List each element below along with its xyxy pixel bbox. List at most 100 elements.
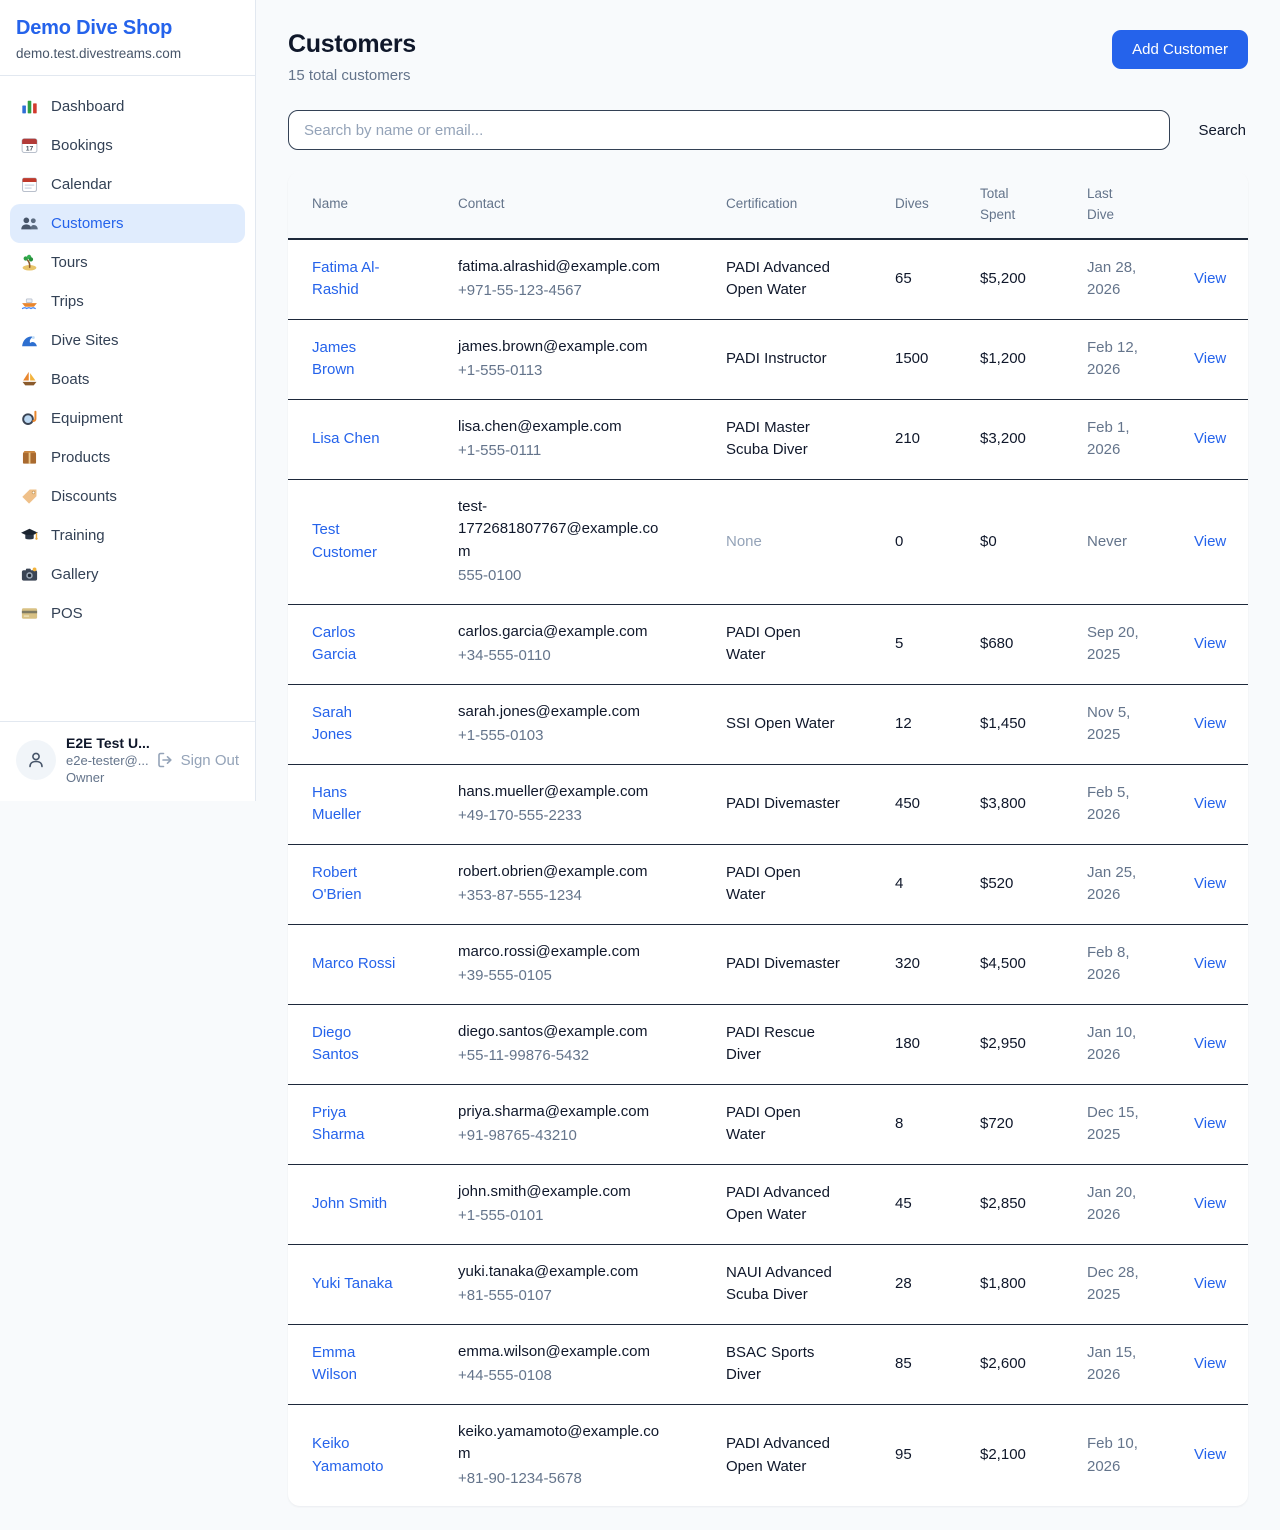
shop-domain: demo.test.divestreams.com	[16, 46, 239, 61]
customer-name-link[interactable]: John Smith	[312, 1193, 396, 1216]
sidebar-item-label: Gallery	[51, 566, 99, 583]
customer-dives: 4	[895, 873, 972, 896]
customer-phone: +971-55-123-4567	[458, 280, 718, 303]
customer-name-link[interactable]: Keiko Yamamoto	[312, 1433, 396, 1478]
customer-email: fatima.alrashid@example.com	[458, 256, 670, 279]
customer-email: yuki.tanaka@example.com	[458, 1261, 670, 1284]
customer-email: test-1772681807767@example.com	[458, 496, 670, 564]
customer-certification: PADI Divemaster	[726, 953, 841, 976]
discounts-icon	[20, 487, 39, 506]
sidebar-item-equipment[interactable]: Equipment	[10, 399, 245, 438]
sign-out-icon	[156, 751, 174, 769]
customer-email: robert.obrien@example.com	[458, 861, 670, 884]
customer-total-spent: $2,100	[980, 1444, 1079, 1467]
customer-phone: 555-0100	[458, 565, 718, 588]
page-title: Customers	[288, 30, 416, 59]
customer-name-link[interactable]: Yuki Tanaka	[312, 1273, 396, 1296]
dive-sites-icon	[20, 331, 39, 350]
customers-table: NameContactCertificationDivesTotal Spent…	[288, 172, 1248, 1506]
customer-name-link[interactable]: Hans Mueller	[312, 782, 396, 827]
table-row: Robert O'Brien robert.obrien@example.com…	[288, 844, 1248, 924]
view-customer-link[interactable]: View	[1194, 713, 1224, 736]
customer-name-link[interactable]: Emma Wilson	[312, 1342, 396, 1387]
sidebar-item-tours[interactable]: Tours	[10, 243, 245, 282]
view-customer-link[interactable]: View	[1194, 1113, 1224, 1136]
customer-name-link[interactable]: Lisa Chen	[312, 428, 396, 451]
view-customer-link[interactable]: View	[1194, 348, 1224, 371]
sidebar-item-label: POS	[51, 605, 83, 622]
sidebar-item-bookings[interactable]: 17Bookings	[10, 126, 245, 165]
sidebar-item-dashboard[interactable]: Dashboard	[10, 87, 245, 126]
sidebar-item-pos[interactable]: POS	[10, 594, 245, 633]
view-customer-link[interactable]: View	[1194, 953, 1224, 976]
calendar-icon	[20, 175, 39, 194]
person-icon	[26, 750, 46, 770]
view-customer-link[interactable]: View	[1194, 1033, 1224, 1056]
search-input[interactable]	[288, 110, 1170, 150]
customer-dives: 12	[895, 713, 972, 736]
view-customer-link[interactable]: View	[1194, 428, 1224, 451]
customer-certification: None	[726, 531, 841, 554]
svg-text:17: 17	[26, 145, 34, 152]
sidebar-item-label: Discounts	[51, 488, 117, 505]
add-customer-button[interactable]: Add Customer	[1112, 30, 1248, 69]
customer-name-link[interactable]: Diego Santos	[312, 1022, 396, 1067]
sidebar-item-dive-sites[interactable]: Dive Sites	[10, 321, 245, 360]
customer-dives: 8	[895, 1113, 972, 1136]
customer-email: emma.wilson@example.com	[458, 1341, 670, 1364]
customer-name-link[interactable]: Test Customer	[312, 519, 396, 564]
sidebar-item-customers[interactable]: Customers	[10, 204, 245, 243]
sign-out-button[interactable]: Sign Out	[156, 751, 239, 769]
customer-last-dive: Sep 20, 2025	[1087, 622, 1145, 667]
sidebar-item-label: Dive Sites	[51, 332, 119, 349]
view-customer-link[interactable]: View	[1194, 1353, 1224, 1376]
customer-name-link[interactable]: Robert O'Brien	[312, 862, 396, 907]
column-header-last-dive: Last Dive	[1087, 172, 1194, 239]
view-customer-link[interactable]: View	[1194, 1444, 1224, 1467]
table-row: Sarah Jones sarah.jones@example.com +1-5…	[288, 684, 1248, 764]
view-customer-link[interactable]: View	[1194, 873, 1224, 896]
table-row: Hans Mueller hans.mueller@example.com +4…	[288, 764, 1248, 844]
view-customer-link[interactable]: View	[1194, 268, 1224, 291]
customer-name-link[interactable]: Fatima Al-Rashid	[312, 257, 396, 302]
customer-last-dive: Feb 8, 2026	[1087, 942, 1145, 987]
column-header-dives: Dives	[895, 172, 980, 239]
customer-phone: +91-98765-43210	[458, 1125, 718, 1148]
view-customer-link[interactable]: View	[1194, 793, 1224, 816]
table-row: Diego Santos diego.santos@example.com +5…	[288, 1004, 1248, 1084]
sidebar-item-label: Customers	[51, 215, 124, 232]
sidebar-item-products[interactable]: Products	[10, 438, 245, 477]
customer-total-spent: $3,800	[980, 793, 1079, 816]
table-row: Lisa Chen lisa.chen@example.com +1-555-0…	[288, 399, 1248, 479]
customer-name-link[interactable]: Marco Rossi	[312, 953, 396, 976]
sidebar-item-discounts[interactable]: Discounts	[10, 477, 245, 516]
user-meta: E2E Test U... e2e-tester@... Owner	[66, 735, 146, 785]
table-row: Marco Rossi marco.rossi@example.com +39-…	[288, 924, 1248, 1004]
customer-name-link[interactable]: Priya Sharma	[312, 1102, 396, 1147]
sidebar-item-gallery[interactable]: Gallery	[10, 555, 245, 594]
sidebar-item-boats[interactable]: Boats	[10, 360, 245, 399]
customer-name-link[interactable]: Sarah Jones	[312, 702, 396, 747]
customer-total-spent: $3,200	[980, 428, 1079, 451]
view-customer-link[interactable]: View	[1194, 1193, 1224, 1216]
view-customer-link[interactable]: View	[1194, 633, 1224, 656]
customer-certification: PADI Open Water	[726, 622, 841, 667]
sidebar-item-label: Training	[51, 527, 105, 544]
customer-email: hans.mueller@example.com	[458, 781, 670, 804]
view-customer-link[interactable]: View	[1194, 1273, 1224, 1296]
sidebar-item-calendar[interactable]: Calendar	[10, 165, 245, 204]
customer-name-link[interactable]: Carlos Garcia	[312, 622, 396, 667]
view-customer-link[interactable]: View	[1194, 531, 1224, 554]
sidebar-item-training[interactable]: Training	[10, 516, 245, 555]
customer-certification: PADI Open Water	[726, 1102, 841, 1147]
customer-dives: 180	[895, 1033, 972, 1056]
sidebar-item-trips[interactable]: Trips	[10, 282, 245, 321]
customer-email: sarah.jones@example.com	[458, 701, 670, 724]
customer-last-dive: Feb 5, 2026	[1087, 782, 1145, 827]
customer-certification: PADI Divemaster	[726, 793, 841, 816]
column-header-certification: Certification	[726, 172, 895, 239]
search-button[interactable]: Search	[1196, 116, 1248, 145]
customer-name-link[interactable]: James Brown	[312, 337, 396, 382]
customer-dives: 320	[895, 953, 972, 976]
sidebar-item-label: Tours	[51, 254, 88, 271]
